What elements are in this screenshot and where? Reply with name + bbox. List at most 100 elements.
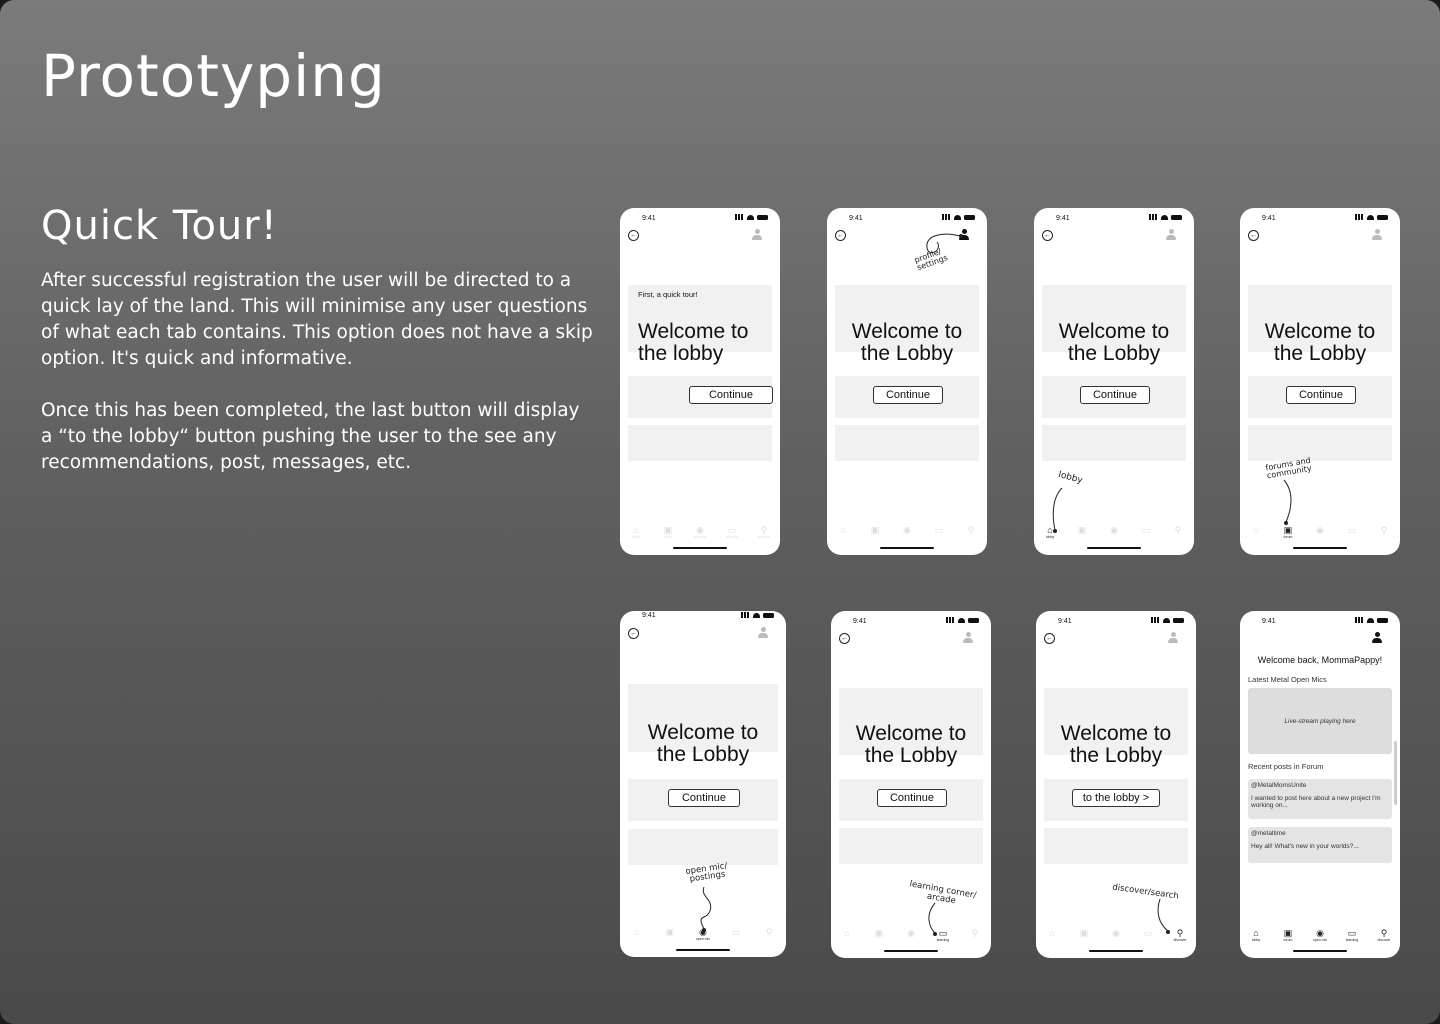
nav-discover[interactable]: ⚲: [964, 928, 986, 948]
nav-lobby[interactable]: ⌂: [1041, 928, 1063, 948]
nav-lobby[interactable]: ⌂ lobby: [625, 525, 647, 545]
back-icon[interactable]: ←: [835, 230, 846, 241]
home-icon: ⌂: [1253, 525, 1259, 535]
nav-lobby[interactable]: ⌂: [836, 928, 858, 948]
home-indicator: [1087, 547, 1141, 549]
continue-button[interactable]: Continue: [877, 789, 947, 807]
search-icon: ⚲: [971, 928, 979, 938]
mic-icon: ◉: [1112, 928, 1120, 938]
back-icon[interactable]: ←: [1042, 230, 1053, 241]
nav-discover[interactable]: ⚲: [758, 927, 780, 947]
phone-screen-1: 9:41 ← First, a quick tour! Welcome to t…: [620, 208, 780, 555]
annotation-arrow: [1283, 479, 1292, 525]
continue-button[interactable]: Continue: [668, 789, 740, 807]
nav-learning[interactable]: ▭: [1137, 928, 1159, 948]
nav-open-mic[interactable]: ◉: [1309, 525, 1331, 545]
nav-discover[interactable]: ⚲: [1373, 525, 1395, 545]
nav-discover[interactable]: ⚲ discover: [1169, 928, 1191, 948]
nav-open-mic[interactable]: ◉ open mic: [692, 927, 714, 947]
mic-icon: ◉: [699, 927, 707, 937]
battery-icon: [757, 214, 768, 220]
nav-open-mic[interactable]: ◉: [900, 928, 922, 948]
forum-post[interactable]: @MetalMomsUnite I wanted to post here ab…: [1248, 779, 1392, 819]
welcome-title: Welcome to the Lobby: [647, 721, 759, 766]
status-time: 9:41: [853, 618, 867, 625]
scrollbar[interactable]: [1394, 741, 1397, 805]
nav-learning[interactable]: ▭ learning: [1341, 928, 1363, 948]
back-icon[interactable]: ←: [1044, 633, 1055, 644]
nav-learning[interactable]: ▭ learning: [721, 525, 743, 545]
nav-lobby[interactable]: ⌂: [832, 525, 854, 545]
welcome-title: Welcome to the Lobby: [1264, 320, 1376, 365]
signal-icon: [1355, 617, 1364, 623]
home-icon: ⌂: [840, 525, 846, 535]
learning-icon: ▭: [1347, 525, 1357, 535]
to-lobby-button[interactable]: to the lobby >: [1072, 789, 1160, 807]
continue-button[interactable]: Continue: [873, 386, 943, 404]
nav-lobby[interactable]: ⌂ lobby: [1245, 928, 1267, 948]
learning-icon: ▭: [934, 525, 944, 535]
nav-lobby[interactable]: ⌂: [1245, 525, 1267, 545]
nav-forum[interactable]: ▣: [868, 928, 890, 948]
back-icon[interactable]: ←: [1248, 230, 1259, 241]
nav-learning[interactable]: ▭: [928, 525, 950, 545]
profile-icon[interactable]: [1166, 229, 1176, 240]
profile-icon[interactable]: [758, 627, 768, 638]
continue-button[interactable]: Continue: [1286, 386, 1356, 404]
nav-forum[interactable]: ▣ forum: [1277, 525, 1299, 545]
continue-button[interactable]: Continue: [689, 386, 773, 404]
mic-icon: ◉: [1316, 525, 1324, 535]
nav-learning[interactable]: ▭ learning: [932, 928, 954, 948]
nav-forum[interactable]: ▣: [659, 927, 681, 947]
greeting: Welcome back, MommaPappy!: [1257, 655, 1383, 665]
status-time: 9:41: [1056, 215, 1070, 222]
nav-learning[interactable]: ▭: [1135, 525, 1157, 545]
back-icon[interactable]: ←: [839, 633, 850, 644]
back-icon[interactable]: ←: [628, 628, 639, 639]
status-time: 9:41: [1058, 618, 1072, 625]
nav-forum[interactable]: ▣: [1071, 525, 1093, 545]
profile-icon[interactable]: [1372, 229, 1382, 240]
bottom-nav: ⌂ ▣ forum ◉ ▭ ⚲: [1240, 525, 1400, 545]
nav-open-mic[interactable]: ◉: [896, 525, 918, 545]
nav-learning[interactable]: ▭: [725, 927, 747, 947]
signal-icon: [1151, 617, 1160, 623]
home-indicator: [1293, 950, 1347, 952]
profile-icon[interactable]: [963, 632, 973, 643]
profile-icon[interactable]: [752, 229, 762, 240]
home-indicator: [880, 547, 934, 549]
nav-discover[interactable]: ⚲ discover: [1373, 928, 1395, 948]
forum-post[interactable]: @metaltime Hey all! What's new in your w…: [1248, 827, 1392, 863]
nav-forum[interactable]: ▣: [864, 525, 886, 545]
nav-open-mic[interactable]: ◉ open mic: [1309, 928, 1331, 948]
nav-forum[interactable]: ▣: [1073, 928, 1095, 948]
profile-icon[interactable]: [1372, 632, 1382, 643]
nav-open-mic[interactable]: ◉ open mic: [689, 525, 711, 545]
learning-icon: ▭: [731, 927, 741, 937]
nav-forum[interactable]: ▣ forum: [657, 525, 679, 545]
nav-discover[interactable]: ⚲: [1167, 525, 1189, 545]
nav-open-mic[interactable]: ◉: [1105, 928, 1127, 948]
learning-icon: ▭: [1141, 525, 1151, 535]
nav-discover[interactable]: ⚲: [960, 525, 982, 545]
post-user: @metaltime: [1251, 830, 1286, 837]
welcome-title: Welcome to the Lobby: [1060, 722, 1172, 767]
nav-lobby[interactable]: ⌂ lobby: [1039, 525, 1061, 545]
back-icon[interactable]: ←: [628, 230, 639, 241]
artboard: Prototyping Quick Tour! After successful…: [0, 0, 1440, 1024]
content-card: [628, 425, 772, 461]
nav-discover[interactable]: ⚲ discover: [753, 525, 775, 545]
continue-button[interactable]: Continue: [1080, 386, 1150, 404]
status-icons: [946, 617, 979, 623]
nav-open-mic[interactable]: ◉: [1103, 525, 1125, 545]
nav-learning[interactable]: ▭: [1341, 525, 1363, 545]
nav-forum[interactable]: ▣ forum: [1277, 928, 1299, 948]
profile-icon[interactable]: [1168, 632, 1178, 643]
home-icon: ⌂: [844, 928, 850, 938]
search-icon: ⚲: [1176, 928, 1184, 938]
live-stream-player[interactable]: Live-stream playing here: [1248, 688, 1392, 754]
forum-icon: ▣: [874, 928, 884, 938]
forum-icon: ▣: [1283, 928, 1293, 938]
nav-lobby[interactable]: ⌂: [626, 927, 648, 947]
bottom-nav: ⌂ ▣ ◉ ▭ ⚲: [827, 525, 987, 545]
